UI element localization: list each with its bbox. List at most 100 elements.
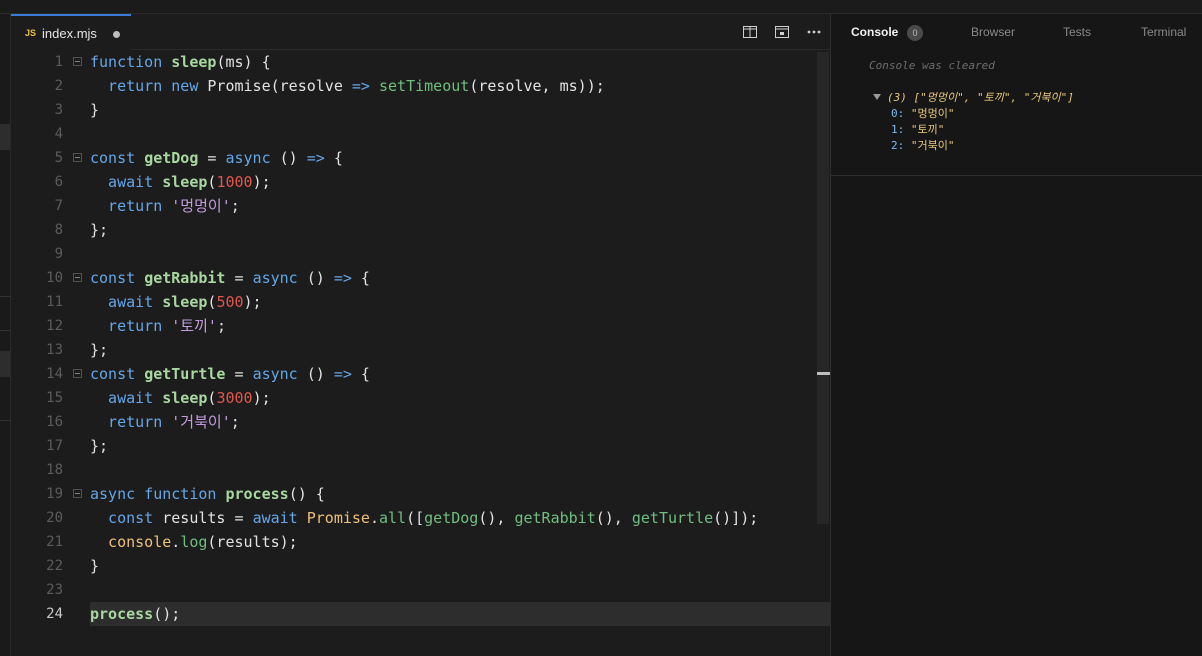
code-line[interactable]: } [90, 554, 99, 578]
code-token: } [90, 557, 100, 575]
code-line[interactable]: async function process() { [90, 482, 325, 506]
line-number: 24 [46, 606, 63, 622]
log-item-key: 1: [891, 123, 905, 136]
split-editor-button[interactable] [734, 14, 766, 50]
editor-tab-bar: JS index.mjs [11, 14, 830, 50]
activity-marker[interactable] [0, 351, 10, 377]
preview-button[interactable] [766, 14, 798, 50]
tab-label: index.mjs [42, 25, 97, 41]
tab-index-mjs[interactable]: JS index.mjs [11, 14, 131, 50]
tab-console[interactable]: Console [851, 25, 898, 39]
code-token: setTimeout [379, 77, 470, 95]
fold-toggle-icon[interactable] [73, 153, 82, 162]
expand-triangle-icon[interactable] [873, 94, 881, 100]
code-line[interactable]: return new Promise(resolve => setTimeout… [90, 74, 605, 98]
code-token: await [90, 173, 163, 191]
log-array-summary: (3) ["멍멍이", "토끼", "거북이"] [887, 91, 1074, 104]
line-number: 19 [46, 486, 63, 502]
code-token: process [90, 605, 154, 623]
log-array-header[interactable]: (3) ["멍멍이", "토끼", "거북이"] [873, 89, 1074, 105]
more-icon [807, 30, 821, 34]
code-token: const [90, 365, 145, 383]
more-actions-button[interactable] [798, 14, 830, 50]
line-number: 9 [54, 246, 63, 262]
fold-toggle-icon[interactable] [73, 273, 82, 282]
split-editor-icon [743, 26, 757, 38]
code-line[interactable]: } [90, 98, 99, 122]
code-token: return [90, 317, 172, 335]
code-line[interactable]: return '토끼'; [90, 314, 226, 338]
code-line[interactable]: const getTurtle = async () => { [90, 362, 370, 386]
code-token: sleep [162, 173, 208, 191]
code-token: getTurtle [144, 365, 226, 383]
log-array-item: 1: "토끼" [891, 121, 944, 137]
top-bar [0, 0, 1202, 14]
code-token: '토끼' [171, 317, 217, 335]
code-token: = [225, 365, 253, 383]
code-line[interactable]: const results = await Promise.all([getDo… [90, 506, 758, 530]
editor-actions [734, 14, 830, 50]
code-line[interactable]: await sleep(1000); [90, 170, 271, 194]
tab-browser[interactable]: Browser [971, 25, 1015, 39]
code-token: (), [595, 509, 632, 527]
code-token: '멍멍이' [171, 197, 231, 215]
code-token: all [379, 509, 407, 527]
line-number: 18 [46, 462, 63, 478]
code-token: 3000 [216, 389, 253, 407]
activity-strip [0, 14, 11, 656]
code-token: (resolve, ms)); [469, 77, 605, 95]
unsaved-dot-icon[interactable] [113, 31, 120, 38]
line-number: 22 [46, 558, 63, 574]
tab-terminal[interactable]: Terminal [1141, 25, 1186, 39]
code-token: () [297, 365, 334, 383]
code-token: { [324, 149, 343, 167]
code-token: sleep [171, 53, 217, 71]
line-number: 6 [54, 174, 63, 190]
code-token: function [90, 53, 172, 71]
code-token: => [306, 149, 325, 167]
code-line[interactable]: const getRabbit = async () => { [90, 266, 370, 290]
code-line[interactable]: }; [90, 338, 108, 362]
tab-tests[interactable]: Tests [1063, 25, 1091, 39]
code-line[interactable]: process(); [90, 602, 180, 626]
code-token: . [369, 509, 379, 527]
code-token: sleep [162, 389, 208, 407]
code-token: ); [252, 173, 271, 191]
line-number: 1 [54, 54, 63, 70]
code-token: } [90, 101, 100, 119]
line-number: 5 [54, 150, 63, 166]
code-token: () [297, 269, 334, 287]
code-token: (); [153, 605, 181, 623]
code-line[interactable]: }; [90, 218, 108, 242]
code-token: => [333, 365, 352, 383]
code-token: process [225, 485, 289, 503]
code-line[interactable]: await sleep(3000); [90, 386, 271, 410]
code-area[interactable]: 1 function sleep(ms) { 2 return new Promis… [11, 50, 830, 656]
current-line-highlight [90, 602, 830, 626]
code-line[interactable]: }; [90, 434, 108, 458]
code-token: return new [90, 77, 208, 95]
line-number: 16 [46, 414, 63, 430]
line-number: 20 [46, 510, 63, 526]
code-line[interactable]: function sleep(ms) { [90, 50, 271, 74]
code-line[interactable]: await sleep(500); [90, 290, 262, 314]
code-line[interactable]: console.log(results); [90, 530, 298, 554]
line-number: 23 [46, 582, 63, 598]
line-number: 2 [54, 78, 63, 94]
editor-scrollbar[interactable] [817, 52, 829, 524]
fold-toggle-icon[interactable] [73, 369, 82, 378]
fold-toggle-icon[interactable] [73, 489, 82, 498]
activity-marker[interactable] [0, 124, 10, 150]
code-line[interactable]: return '거북이'; [90, 410, 240, 434]
code-line[interactable]: return '멍멍이'; [90, 194, 240, 218]
line-number: 21 [46, 534, 63, 550]
code-token: { [351, 269, 370, 287]
code-editor: JS index.mjs 1 function sleep(ms) { 2 retu… [11, 14, 830, 656]
fold-toggle-icon[interactable] [73, 57, 82, 66]
code-token: ); [252, 389, 271, 407]
code-line[interactable]: const getDog = async () => { [90, 146, 343, 170]
code-token: 500 [216, 293, 244, 311]
code-token: sleep [162, 293, 208, 311]
cursor-position-marker [817, 372, 830, 375]
